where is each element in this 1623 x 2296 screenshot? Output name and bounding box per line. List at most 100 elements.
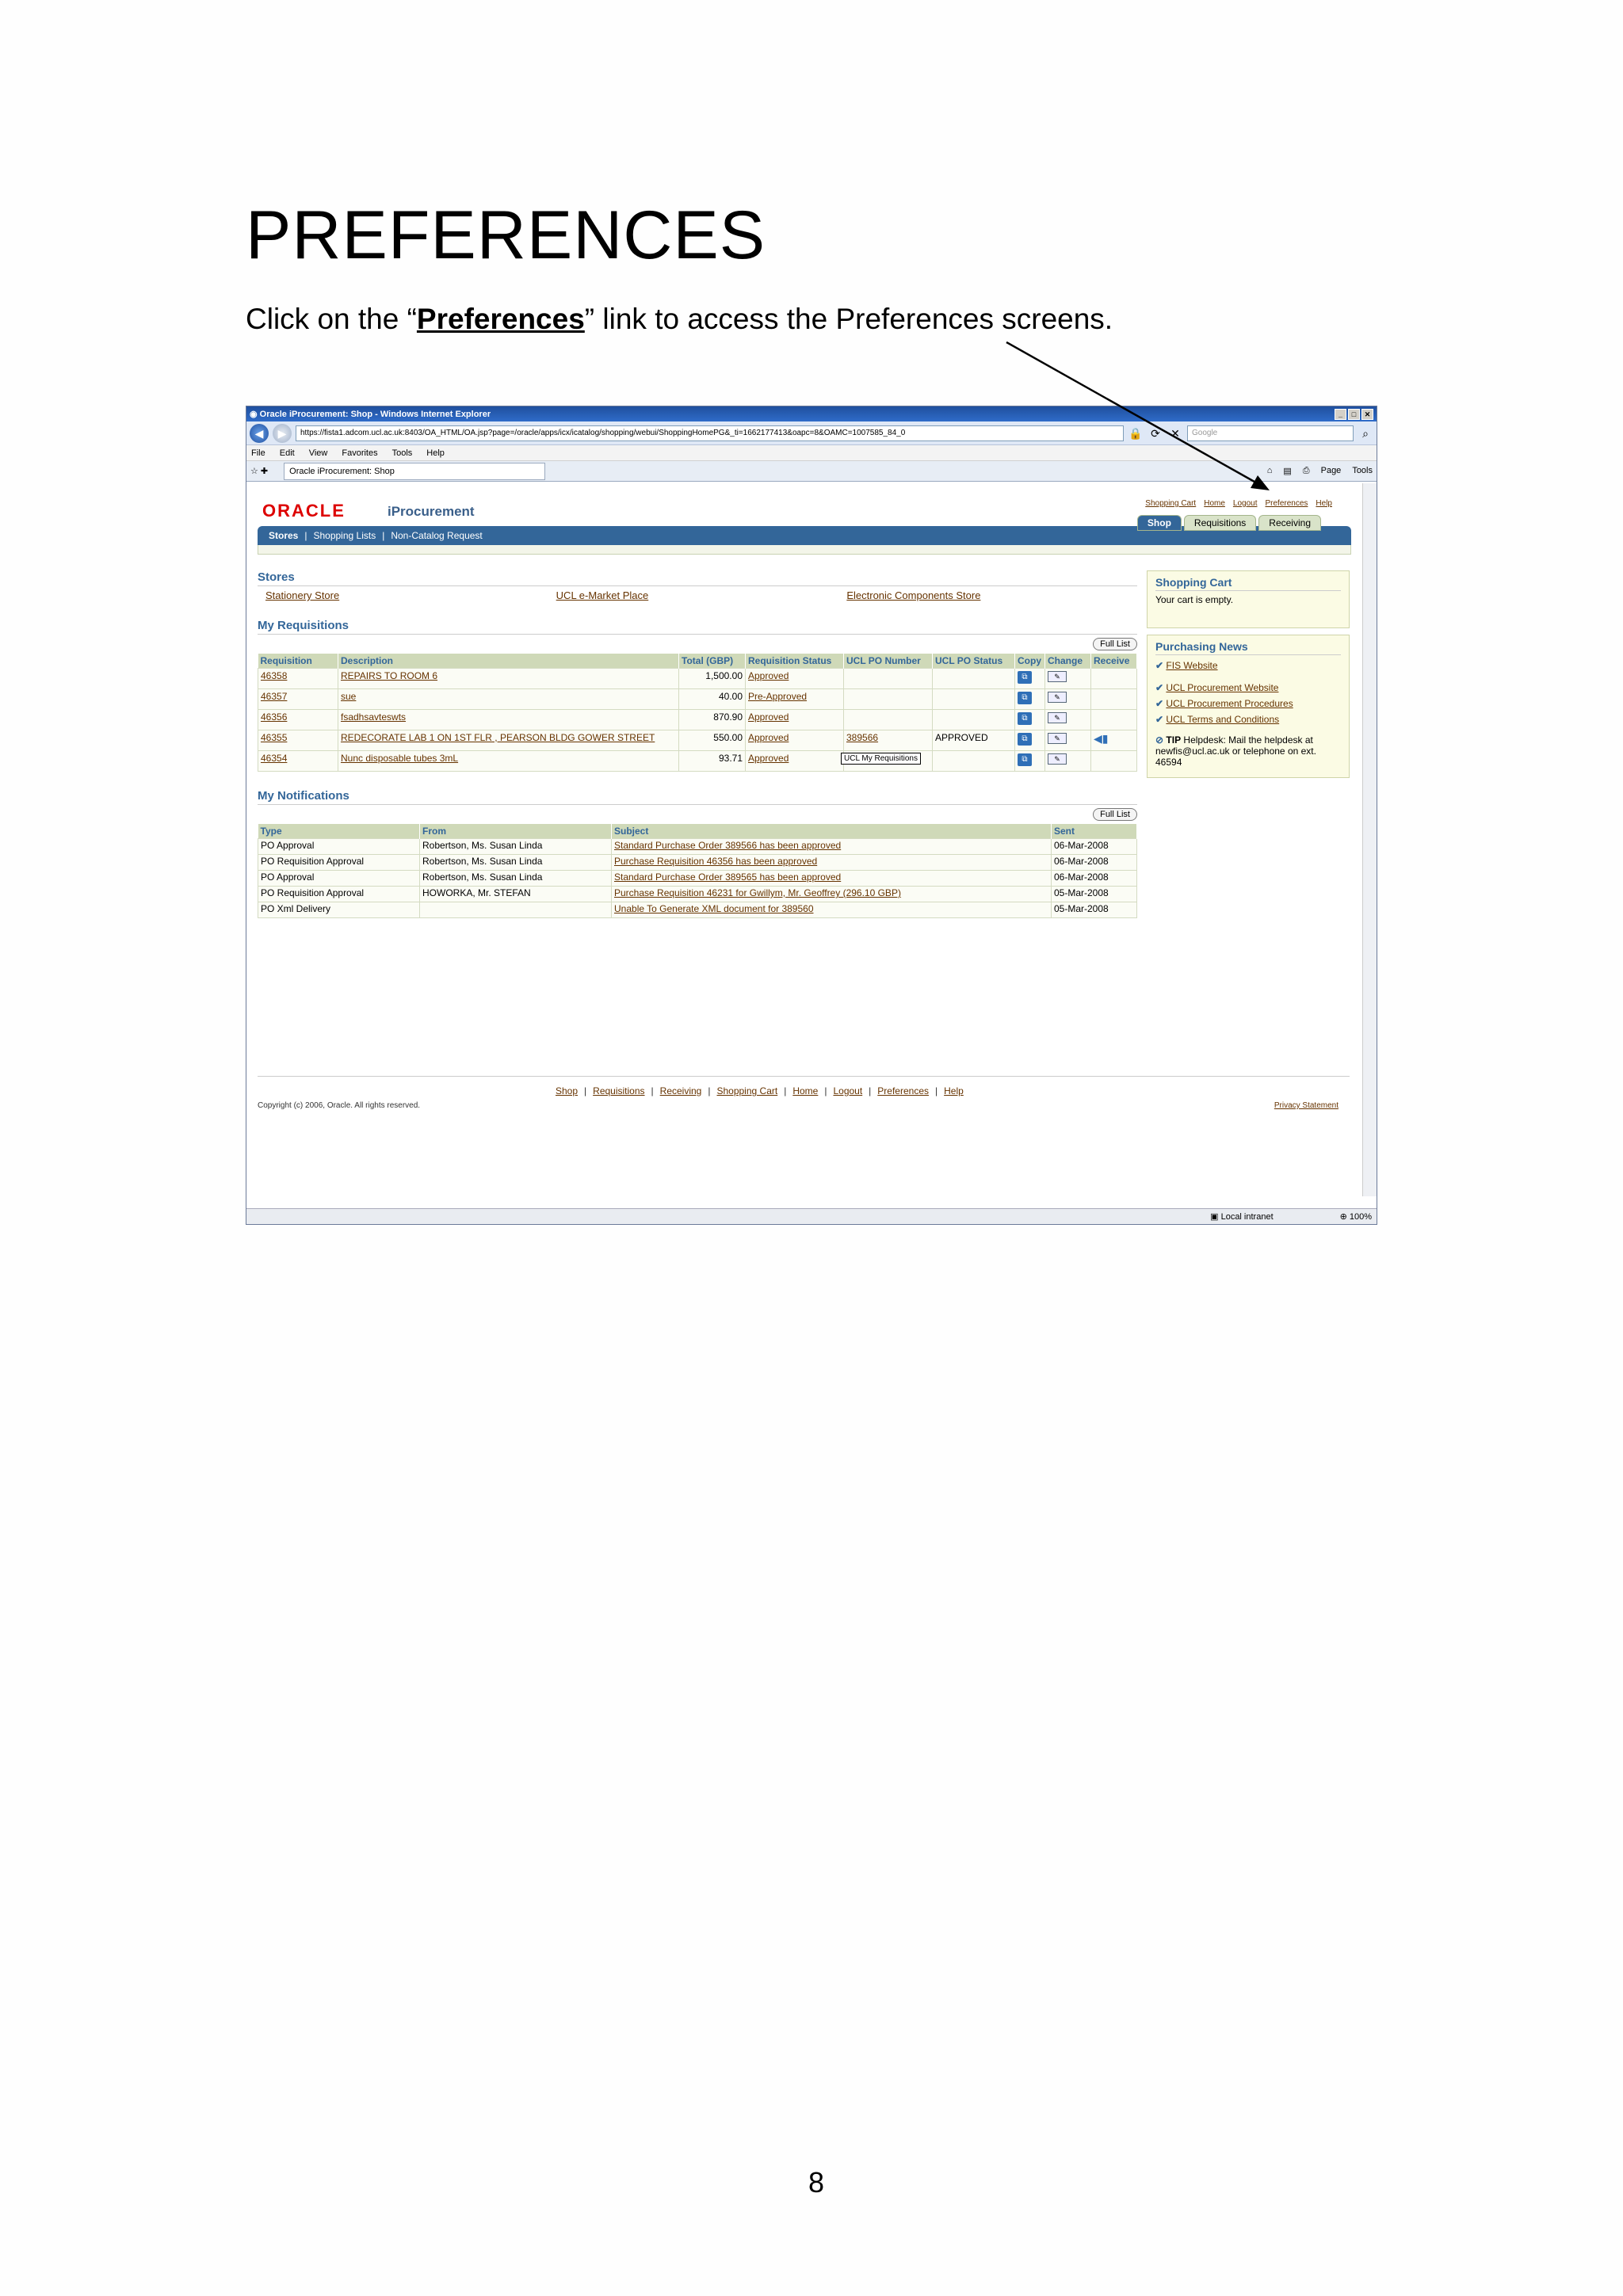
feeds-icon[interactable]: ▤	[1283, 466, 1291, 476]
menu-favorites[interactable]: Favorites	[342, 448, 377, 458]
search-icon[interactable]: ⌕	[1358, 425, 1373, 441]
req-status[interactable]: Pre-Approved	[745, 688, 844, 710]
col-receive: Receive	[1090, 654, 1137, 669]
vertical-scrollbar[interactable]	[1362, 483, 1377, 1196]
req-po[interactable]: 389566	[843, 730, 933, 751]
copy-icon[interactable]: ⧉	[1018, 712, 1032, 725]
instruction-text: Click on the “Preferences” link to acces…	[246, 303, 1113, 336]
back-icon[interactable]: ◀	[250, 423, 269, 443]
req-desc[interactable]: Nunc disposable tubes 3mL	[338, 750, 679, 772]
stop-icon[interactable]: ✕	[1167, 425, 1183, 441]
news-terms-conditions[interactable]: UCL Terms and Conditions	[1166, 714, 1279, 725]
tip-label: TIP	[1166, 734, 1182, 746]
maximize-icon[interactable]: □	[1348, 408, 1360, 420]
privacy-link[interactable]: Privacy Statement	[1274, 1101, 1338, 1110]
browser-tab[interactable]: Oracle iProcurement: Shop	[284, 462, 546, 480]
footer-link-requisitions[interactable]: Requisitions	[593, 1085, 644, 1097]
store-stationery[interactable]: Stationery Store	[265, 589, 556, 601]
footer-link-preferences[interactable]: Preferences	[877, 1085, 929, 1097]
footer-link-shop[interactable]: Shop	[556, 1085, 578, 1097]
forward-icon[interactable]: ▶	[273, 423, 292, 443]
req-status[interactable]: Approved	[745, 668, 844, 689]
footer-link-logout[interactable]: Logout	[833, 1085, 862, 1097]
global-link-home[interactable]: Home	[1204, 499, 1225, 508]
menu-view[interactable]: View	[309, 448, 328, 458]
req-po-status	[932, 750, 1015, 772]
subnav-non-catalog[interactable]: Non-Catalog Request	[391, 530, 482, 541]
footer-link-home[interactable]: Home	[792, 1085, 818, 1097]
req-id[interactable]: 46355	[258, 730, 338, 751]
notif-sent: 05-Mar-2008	[1051, 886, 1137, 902]
add-favorite-icon[interactable]: ✚	[258, 466, 268, 476]
store-electronic[interactable]: Electronic Components Store	[846, 589, 1137, 601]
notif-subject[interactable]: Unable To Generate XML document for 3895…	[611, 902, 1052, 918]
news-procurement-website[interactable]: UCL Procurement Website	[1166, 682, 1278, 693]
zoom-icon[interactable]: ⊕	[1340, 1211, 1350, 1222]
check-icon: ✔	[1155, 660, 1164, 671]
change-icon[interactable]: ✎	[1048, 671, 1067, 682]
store-emarket[interactable]: UCL e-Market Place	[556, 589, 847, 601]
lock-icon[interactable]: 🔒	[1128, 425, 1144, 441]
receive-icon[interactable]: ◀▮	[1094, 732, 1108, 745]
req-id[interactable]: 46358	[258, 668, 338, 689]
notif-subject[interactable]: Purchase Requisition 46231 for Gwillym, …	[611, 886, 1052, 902]
tab-receiving[interactable]: Receiving	[1258, 515, 1321, 531]
full-list-button[interactable]: Full List	[1093, 638, 1137, 650]
change-icon[interactable]: ✎	[1048, 753, 1067, 765]
req-status[interactable]: Approved	[745, 709, 844, 730]
close-icon[interactable]: ✕	[1361, 408, 1373, 420]
notif-subject[interactable]: Standard Purchase Order 389565 has been …	[611, 870, 1052, 887]
refresh-icon[interactable]: ⟳	[1148, 425, 1163, 441]
change-icon[interactable]: ✎	[1048, 733, 1067, 744]
req-desc[interactable]: sue	[338, 688, 679, 710]
news-fis-website[interactable]: FIS Website	[1166, 660, 1217, 671]
req-desc[interactable]: REDECORATE LAB 1 ON 1ST FLR , PEARSON BL…	[338, 730, 679, 751]
change-icon[interactable]: ✎	[1048, 692, 1067, 703]
table-row: 46354 Nunc disposable tubes 3mL 93.71 Ap…	[258, 750, 1137, 772]
footer-link-shopping-cart[interactable]: Shopping Cart	[716, 1085, 777, 1097]
req-desc[interactable]: fsadhsavteswts	[338, 709, 679, 730]
notif-subject[interactable]: Purchase Requisition 46356 has been appr…	[611, 854, 1052, 871]
global-link-preferences[interactable]: Preferences	[1266, 499, 1308, 508]
menu-tools[interactable]: Tools	[392, 448, 413, 458]
tab-requisitions[interactable]: Requisitions	[1183, 515, 1257, 531]
global-link-logout[interactable]: Logout	[1233, 499, 1258, 508]
news-procurement-procedures[interactable]: UCL Procurement Procedures	[1166, 698, 1293, 709]
tools-menu[interactable]: Tools	[1352, 466, 1373, 476]
change-icon[interactable]: ✎	[1048, 712, 1067, 723]
subnav-stores[interactable]: Stores	[269, 530, 298, 541]
tab-shop[interactable]: Shop	[1136, 515, 1182, 531]
cart-text: Your cart is empty.	[1155, 594, 1234, 605]
copy-icon[interactable]: ⧉	[1018, 753, 1032, 766]
minimize-icon[interactable]: _	[1335, 408, 1346, 420]
req-id[interactable]: 46356	[258, 709, 338, 730]
favorites-star-icon[interactable]: ☆	[250, 466, 258, 476]
search-input[interactable]: Google	[1187, 425, 1354, 441]
req-id[interactable]: 46357	[258, 688, 338, 710]
notif-subject[interactable]: Standard Purchase Order 389566 has been …	[611, 838, 1052, 855]
copy-icon[interactable]: ⧉	[1018, 671, 1032, 684]
zoom-level[interactable]: 100%	[1350, 1212, 1372, 1222]
req-status[interactable]: Approved	[745, 750, 844, 772]
full-list-button[interactable]: Full List	[1093, 808, 1137, 821]
copy-icon[interactable]: ⧉	[1018, 733, 1032, 746]
page-menu[interactable]: Page	[1321, 466, 1342, 476]
subnav-shopping-lists[interactable]: Shopping Lists	[313, 530, 376, 541]
req-id[interactable]: 46354	[258, 750, 338, 772]
global-link-shopping-cart[interactable]: Shopping Cart	[1145, 499, 1196, 508]
req-po-status	[932, 709, 1015, 730]
footer-link-receiving[interactable]: Receiving	[660, 1085, 702, 1097]
print-icon[interactable]: ⎙	[1303, 466, 1310, 476]
global-link-help[interactable]: Help	[1316, 499, 1332, 508]
home-icon[interactable]: ⌂	[1267, 466, 1273, 476]
req-desc[interactable]: REPAIRS TO ROOM 6	[338, 668, 679, 689]
menu-file[interactable]: File	[251, 448, 265, 458]
footer-link-help[interactable]: Help	[944, 1085, 964, 1097]
copy-icon[interactable]: ⧉	[1018, 692, 1032, 704]
req-status[interactable]: Approved	[745, 730, 844, 751]
menu-help[interactable]: Help	[426, 448, 445, 458]
menu-edit[interactable]: Edit	[280, 448, 295, 458]
req-po-status	[932, 688, 1015, 710]
url-field[interactable]: https://fista1.adcom.ucl.ac.uk:8403/OA_H…	[296, 425, 1124, 441]
table-row: PO Xml Delivery Unable To Generate XML d…	[258, 902, 1137, 918]
